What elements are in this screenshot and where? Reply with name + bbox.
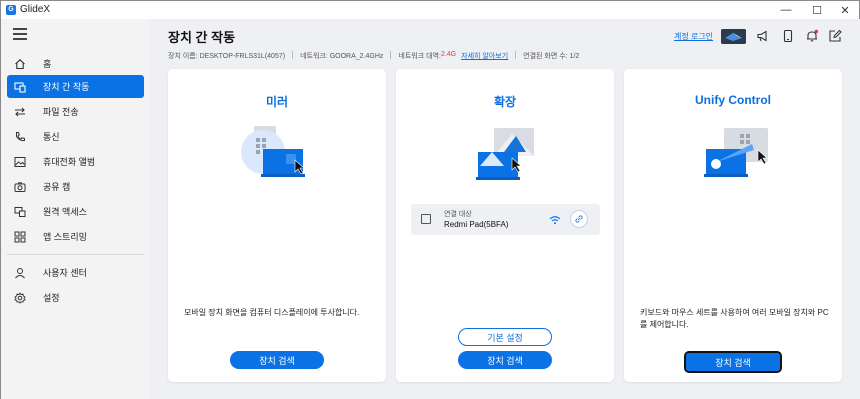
mobile-device-icon[interactable] (781, 29, 795, 43)
remote-access-icon (14, 206, 26, 218)
sidebar-item-label: 사용자 센터 (43, 268, 87, 278)
main-content: 장치 간 작동 장치 이름: DESKTOP-FRLS31L(4057) 네트워… (149, 19, 860, 399)
network-name: 네트워크: GOORA_2.4GHz (300, 53, 384, 60)
sidebar-item-label: 앱 스트리밍 (43, 232, 87, 242)
network-band-value: 2.4G (440, 51, 457, 58)
default-settings-button[interactable]: 기본 설정 (458, 328, 552, 346)
mirror-illustration (168, 122, 386, 192)
sidebar-item-label: 장치 간 작동 (43, 82, 90, 92)
learn-more-link[interactable]: 자세히 알아보기 (461, 51, 508, 61)
sidebar-item-label: 원격 액세스 (43, 207, 87, 217)
device-name: Redmi Pad(5BFA) (444, 220, 509, 229)
app-title: GlideX (20, 4, 51, 15)
app-window: G GlideX — ☐ ✕ 홈 장치 간 작동 파일 전송 통신 휴대전화 앨… (0, 0, 860, 399)
page-title: 장치 간 작동 (168, 30, 236, 45)
sidebar-item-label: 홈 (43, 59, 52, 69)
hamburger-menu-icon[interactable] (13, 28, 27, 40)
card-title: Unify Control (695, 93, 771, 107)
sidebar-item-album[interactable]: 휴대전화 앨범 (7, 150, 144, 173)
unify-search-device-button[interactable]: 장치 검색 (684, 351, 782, 373)
transfer-icon (14, 106, 26, 118)
feedback-edit-icon[interactable] (828, 29, 842, 43)
tablet-icon (421, 214, 431, 224)
gear-icon (14, 291, 26, 304)
album-icon (14, 156, 26, 168)
connected-device-row: 연결 대상 Redmi Pad(5BFA) (411, 204, 600, 235)
title-bar: G GlideX — ☐ ✕ (1, 1, 859, 19)
sidebar-item-shared-cam[interactable]: 공유 캠 (7, 175, 144, 198)
cross-device-icon (14, 81, 26, 93)
sidebar-item-home[interactable]: 홈 (7, 52, 144, 75)
link-icon (575, 215, 583, 223)
sidebar-item-file-transfer[interactable]: 파일 전송 (7, 100, 144, 123)
mirror-description: 모바일 장치 화면을 컴퓨터 디스플레이에 투사합니다. (184, 308, 360, 317)
promo-banner[interactable] (721, 29, 746, 44)
sidebar-item-label: 통신 (43, 132, 60, 142)
card-title: 확장 (493, 95, 517, 109)
extend-illustration (396, 122, 614, 192)
device-name: 장치 이름: DESKTOP-FRLS31L(4057) (168, 53, 286, 60)
card-title: 미러 (265, 95, 289, 109)
extend-card: 확장 연결 대상 Redmi Pad(5BFA) 기본 설정 장치 검색 (396, 69, 614, 382)
sidebar-item-cross-device[interactable]: 장치 간 작동 (7, 75, 144, 98)
disconnect-link-button[interactable] (570, 210, 588, 228)
connected-devices-count: 연결된 화면 수: 1/2 (523, 53, 580, 60)
close-button[interactable]: ✕ (830, 1, 860, 19)
phone-icon (14, 131, 26, 143)
sidebar-item-label: 공유 캠 (43, 182, 71, 192)
sidebar-item-settings[interactable]: 설정 (7, 286, 144, 309)
unify-control-illustration (624, 122, 842, 192)
sidebar-item-remote-access[interactable]: 원격 액세스 (7, 200, 144, 223)
device-info-bar: 장치 이름: DESKTOP-FRLS31L(4057) 네트워크: GOORA… (168, 51, 579, 61)
account-login-link[interactable]: 계정 로그인 (674, 31, 713, 42)
app-logo-icon: G (6, 5, 16, 15)
unify-control-description: 키보드와 마우스 세트를 사용하여 여러 모바일 장치와 PC를 제어합니다. (640, 308, 829, 329)
wifi-icon (549, 213, 561, 225)
notification-bell-icon[interactable] (805, 29, 819, 43)
mirror-card: 미러 모바일 장치 화면을 컴퓨터 디스플레이에 투사합니다. 장치 검색 (168, 69, 386, 382)
sidebar-item-label: 휴대전화 앨범 (43, 157, 96, 167)
device-label: 연결 대상 (444, 211, 472, 218)
sidebar-item-label: 파일 전송 (43, 107, 79, 117)
sidebar: 홈 장치 간 작동 파일 전송 통신 휴대전화 앨범 공유 캠 원격 액세스 앱… (1, 19, 149, 399)
sidebar-item-communication[interactable]: 통신 (7, 125, 144, 148)
sidebar-divider (7, 254, 144, 255)
sidebar-item-label: 설정 (43, 293, 60, 303)
camera-icon (14, 181, 26, 193)
minimize-button[interactable]: — (771, 1, 801, 19)
home-icon (14, 58, 26, 70)
user-icon (14, 267, 26, 279)
maximize-button[interactable]: ☐ (802, 1, 832, 19)
unify-control-card: Unify Control 키보드와 마우스 세트를 사용하여 여러 모바일 장… (624, 69, 842, 382)
mirror-search-device-button[interactable]: 장치 검색 (230, 351, 324, 369)
sidebar-item-user-center[interactable]: 사용자 센터 (7, 261, 144, 284)
app-streaming-icon (14, 231, 26, 243)
megaphone-icon[interactable] (756, 29, 770, 43)
network-band-label: 네트워크 대역: (398, 53, 441, 60)
extend-search-device-button[interactable]: 장치 검색 (458, 351, 552, 369)
sidebar-item-app-streaming[interactable]: 앱 스트리밍 (7, 225, 144, 248)
